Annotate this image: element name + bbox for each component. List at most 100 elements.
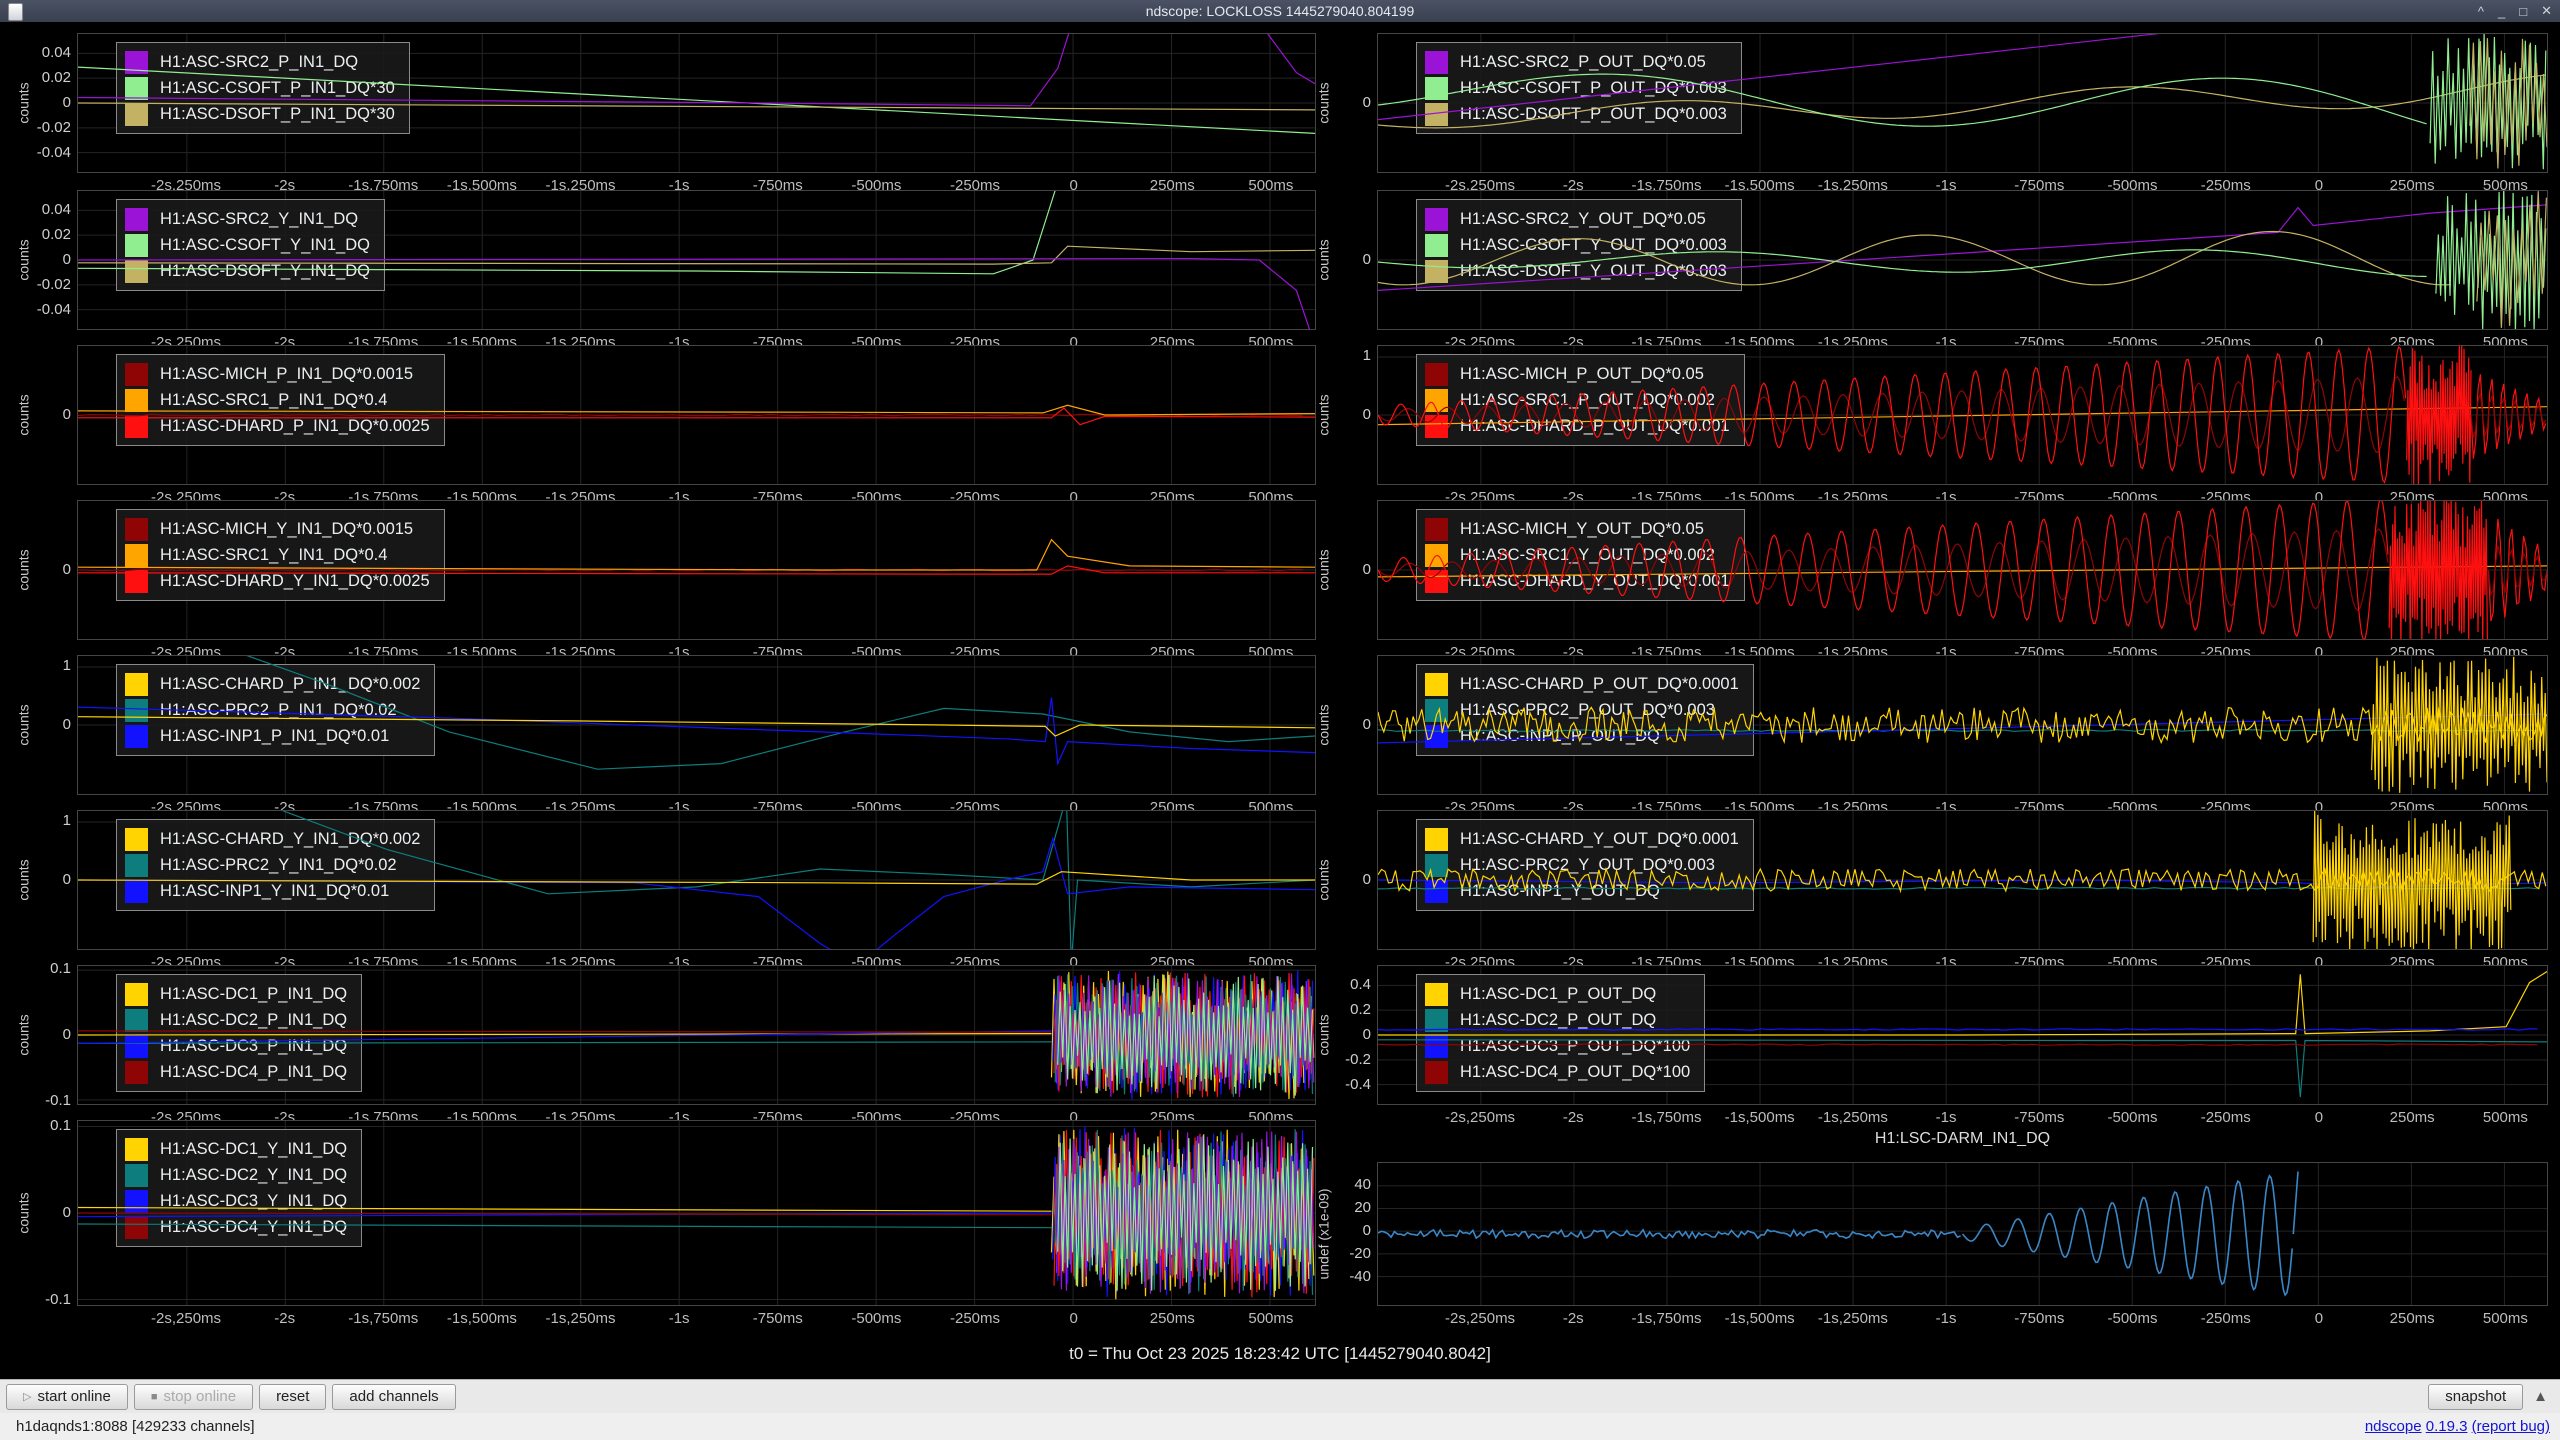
legend-swatch (125, 673, 148, 696)
legend-swatch (1425, 208, 1448, 231)
legend: H1:ASC-MICH_P_OUT_DQ*0.05H1:ASC-SRC1_P_O… (1416, 354, 1745, 446)
x-tick-label: -1s,250ms (533, 1310, 629, 1327)
legend-swatch (125, 103, 148, 126)
channel-label: H1:ASC-DC1_P_OUT_DQ (1460, 985, 1656, 1004)
plot-R6[interactable]: H1:ASC-CHARD_Y_OUT_DQ*0.0001H1:ASC-PRC2_… (1377, 810, 2548, 950)
y-tick-label: 1 (19, 657, 71, 674)
plot-L3[interactable]: H1:ASC-MICH_P_IN1_DQ*0.0015H1:ASC-SRC1_P… (77, 345, 1316, 485)
legend: H1:ASC-MICH_Y_OUT_DQ*0.05 H1:ASC-SRC1_Y_O… (1416, 509, 1745, 601)
statusbar: h1daqnds1:8088 [429233 channels] ndscope… (0, 1413, 2560, 1440)
plot-R1[interactable]: H1:ASC-SRC2_P_OUT_DQ*0.05 H1:ASC-CSOFT_P_… (1377, 33, 2548, 173)
plot-L5[interactable]: H1:ASC-CHARD_P_IN1_DQ*0.002H1:ASC-PRC2_P… (77, 655, 1316, 795)
version-link[interactable]: 0.19.3 (2426, 1418, 2468, 1435)
legend-item: H1:ASC-MICH_P_OUT_DQ*0.05 (1425, 361, 1730, 387)
plot-L4[interactable]: H1:ASC-MICH_Y_IN1_DQ*0.0015H1:ASC-SRC1_Y… (77, 500, 1316, 640)
y-tick-label: 0.4 (1319, 976, 1371, 993)
legend-item: H1:ASC-DC4_P_OUT_DQ*100 (1425, 1059, 1690, 1085)
legend-item: H1:ASC-INP1_P_OUT_DQ (1425, 723, 1739, 749)
legend-item: H1:ASC-CSOFT_Y_OUT_DQ*0.003 (1425, 232, 1727, 258)
y-tick-label: 0 (19, 94, 71, 111)
plot-L7[interactable]: H1:ASC-DC1_P_IN1_DQH1:ASC-DC2_P_IN1_DQH1… (77, 965, 1316, 1105)
legend-item: H1:ASC-DC1_P_OUT_DQ (1425, 981, 1690, 1007)
channel-label: H1:ASC-CSOFT_P_IN1_DQ*30 (160, 79, 395, 98)
x-tick-label: 250ms (1124, 1310, 1220, 1327)
y-tick-label: 20 (1319, 1199, 1371, 1216)
plot-R8[interactable] (1377, 1162, 2548, 1306)
legend-swatch (125, 77, 148, 100)
y-tick-label: 0.1 (19, 960, 71, 977)
legend-item: H1:ASC-CSOFT_Y_IN1_DQ (125, 232, 370, 258)
channel-label: H1:ASC-PRC2_P_IN1_DQ*0.02 (160, 701, 397, 720)
legend-item: H1:ASC-CSOFT_P_IN1_DQ*30 (125, 75, 395, 101)
plot-R5[interactable]: H1:ASC-CHARD_P_OUT_DQ*0.0001H1:ASC-PRC2_… (1377, 655, 2548, 795)
plot-L6[interactable]: H1:ASC-CHARD_Y_IN1_DQ*0.002H1:ASC-PRC2_Y… (77, 810, 1316, 950)
x-tick-label: 250ms (2364, 1109, 2460, 1126)
y-tick-label: 0 (19, 871, 71, 888)
legend-item: H1:ASC-SRC1_Y_OUT_DQ*0.002 (1425, 542, 1730, 568)
x-tick-label: -500ms (828, 1310, 924, 1327)
legend: H1:ASC-DC1_P_OUT_DQH1:ASC-DC2_P_OUT_DQH1… (1416, 974, 1705, 1092)
x-tick-label: -1s (631, 1310, 727, 1327)
y-tick-label: 1 (1319, 347, 1371, 364)
y-tick-label: -0.02 (19, 276, 71, 293)
shade-button[interactable]: ^ (2478, 4, 2484, 19)
plot-R4[interactable]: H1:ASC-MICH_Y_OUT_DQ*0.05 H1:ASC-SRC1_Y_O… (1377, 500, 2548, 640)
legend-item: H1:ASC-CHARD_Y_OUT_DQ*0.0001 (1425, 826, 1739, 852)
y-tick-label: 0 (1319, 94, 1371, 111)
legend-item: H1:ASC-INP1_Y_IN1_DQ*0.01 (125, 878, 420, 904)
channel-label: H1:ASC-INP1_Y_IN1_DQ*0.01 (160, 882, 389, 901)
report-bug-link[interactable]: (report bug) (2472, 1418, 2550, 1435)
start-online-button[interactable]: ▷ start online (6, 1384, 128, 1410)
legend-item: H1:ASC-DHARD_Y_OUT_DQ*0.001 (1425, 568, 1730, 594)
x-tick-label: -250ms (927, 1310, 1023, 1327)
plot-R3[interactable]: H1:ASC-MICH_P_OUT_DQ*0.05H1:ASC-SRC1_P_O… (1377, 345, 2548, 485)
legend-swatch (125, 1164, 148, 1187)
channel-label: H1:ASC-DSOFT_P_IN1_DQ*30 (160, 105, 395, 124)
maximize-button[interactable]: □ (2519, 4, 2527, 19)
channel-label: H1:ASC-CHARD_Y_IN1_DQ*0.002 (160, 830, 420, 849)
plot-L8[interactable]: H1:ASC-DC1_Y_IN1_DQH1:ASC-DC2_Y_IN1_DQH1… (77, 1120, 1316, 1306)
x-tick-label: -1s,750ms (335, 1310, 431, 1327)
legend-item: H1:ASC-DC3_Y_IN1_DQ (125, 1188, 347, 1214)
channel-label: H1:ASC-SRC2_P_OUT_DQ*0.05 (1460, 53, 1706, 72)
y-tick-label: 0.04 (19, 201, 71, 218)
plot-L1[interactable]: H1:ASC-SRC2_P_IN1_DQ H1:ASC-CSOFT_P_IN1_D… (77, 33, 1316, 173)
channel-label: H1:ASC-MICH_Y_OUT_DQ*0.05 (1460, 520, 1704, 539)
legend-swatch (125, 854, 148, 877)
channel-label: H1:ASC-SRC1_Y_OUT_DQ*0.002 (1460, 546, 1715, 565)
x-tick-label: -2s,250ms (1432, 1310, 1528, 1327)
y-tick-label: -0.2 (1319, 1051, 1371, 1068)
legend-item: H1:ASC-SRC2_P_IN1_DQ (125, 49, 395, 75)
legend-swatch (125, 415, 148, 438)
channel-label: H1:ASC-INP1_Y_OUT_DQ (1460, 882, 1660, 901)
y-tick-label: 40 (1319, 1176, 1371, 1193)
legend-item: H1:ASC-INP1_P_IN1_DQ*0.01 (125, 723, 420, 749)
x-tick-label: -1s (1898, 1310, 1994, 1327)
reset-button[interactable]: reset (259, 1384, 326, 1410)
channel-label: H1:ASC-DC3_P_IN1_DQ (160, 1037, 347, 1056)
legend-item: H1:ASC-DSOFT_P_IN1_DQ*30 (125, 101, 395, 127)
close-button[interactable]: ✕ (2541, 3, 2552, 19)
snapshot-button[interactable]: snapshot (2428, 1384, 2523, 1410)
legend: H1:ASC-MICH_P_IN1_DQ*0.0015H1:ASC-SRC1_P… (116, 354, 445, 446)
x-tick-label: -250ms (2178, 1310, 2274, 1327)
collapse-panel-icon[interactable]: ▲ (2533, 1388, 2548, 1405)
x-tick-label: -1s,500ms (1712, 1310, 1808, 1327)
minimize-button[interactable]: _ (2498, 4, 2505, 19)
channel-label: H1:ASC-CSOFT_P_OUT_DQ*0.003 (1460, 79, 1727, 98)
plot-R2[interactable]: H1:ASC-SRC2_Y_OUT_DQ*0.05H1:ASC-CSOFT_Y_… (1377, 190, 2548, 330)
plot-R7[interactable]: H1:ASC-DC1_P_OUT_DQH1:ASC-DC2_P_OUT_DQH1… (1377, 965, 2548, 1105)
legend-item: H1:ASC-DC4_Y_IN1_DQ (125, 1214, 347, 1240)
titlebar[interactable]: ndscope: LOCKLOSS 1445279040.804199 ^ _ … (0, 0, 2560, 22)
channel-label: H1:ASC-DC4_P_IN1_DQ (160, 1063, 347, 1082)
add-channels-button[interactable]: add channels (332, 1384, 455, 1410)
plot-L2[interactable]: H1:ASC-SRC2_Y_IN1_DQH1:ASC-CSOFT_Y_IN1_D… (77, 190, 1316, 330)
ndscope-link[interactable]: ndscope (2365, 1418, 2422, 1435)
ndscope-window: ndscope: LOCKLOSS 1445279040.804199 ^ _ … (0, 0, 2560, 1440)
x-tick-label: -1s (1898, 1109, 1994, 1126)
x-tick-label: 500ms (2457, 1109, 2553, 1126)
channel-label: H1:ASC-DC1_Y_IN1_DQ (160, 1140, 347, 1159)
channel-label: H1:ASC-CSOFT_Y_OUT_DQ*0.003 (1460, 236, 1727, 255)
channel-label: H1:ASC-DHARD_Y_IN1_DQ*0.0025 (160, 572, 430, 591)
x-tick-label: -2s (1525, 1109, 1621, 1126)
